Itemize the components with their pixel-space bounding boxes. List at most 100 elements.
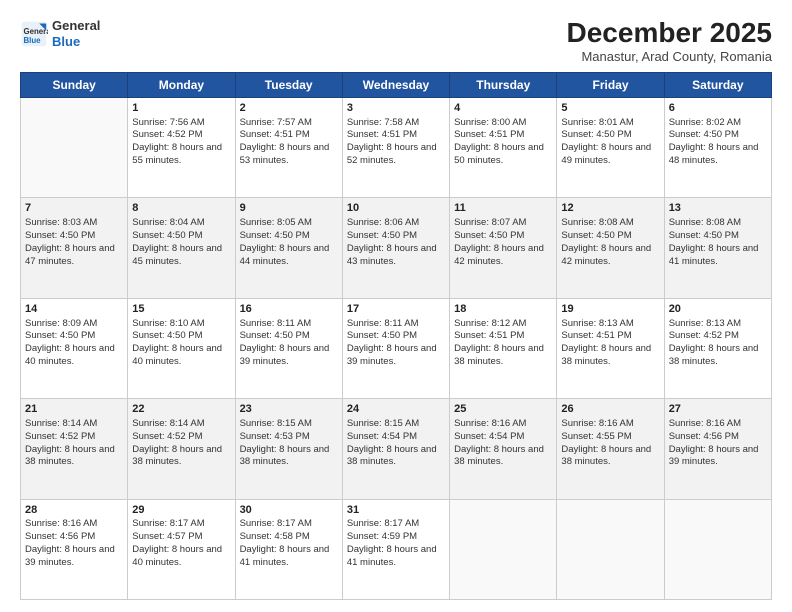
- day-number: 24: [347, 402, 445, 417]
- col-header-sunday: Sunday: [21, 72, 128, 97]
- cell-w3d5: 26Sunrise: 8:16 AMSunset: 4:55 PMDayligh…: [557, 399, 664, 499]
- col-header-tuesday: Tuesday: [235, 72, 342, 97]
- day-number: 21: [25, 402, 123, 417]
- cell-line-1: Sunset: 4:52 PM: [669, 330, 767, 343]
- cell-line-1: Sunset: 4:50 PM: [347, 230, 445, 243]
- day-number: 25: [454, 402, 552, 417]
- cell-w2d0: 14Sunrise: 8:09 AMSunset: 4:50 PMDayligh…: [21, 298, 128, 398]
- page: General Blue General Blue December 2025 …: [0, 0, 792, 612]
- cell-line-2: Daylight: 8 hours and 41 minutes.: [240, 544, 338, 570]
- cell-line-1: Sunset: 4:51 PM: [454, 330, 552, 343]
- calendar-table: SundayMondayTuesdayWednesdayThursdayFrid…: [20, 72, 772, 600]
- cell-w4d2: 30Sunrise: 8:17 AMSunset: 4:58 PMDayligh…: [235, 499, 342, 599]
- cell-w2d4: 18Sunrise: 8:12 AMSunset: 4:51 PMDayligh…: [450, 298, 557, 398]
- cell-line-0: Sunrise: 8:17 AM: [132, 518, 230, 531]
- logo-general-text: General: [52, 18, 100, 33]
- cell-line-1: Sunset: 4:54 PM: [347, 431, 445, 444]
- day-number: 10: [347, 201, 445, 216]
- cell-line-1: Sunset: 4:50 PM: [132, 330, 230, 343]
- col-header-saturday: Saturday: [664, 72, 771, 97]
- cell-w3d2: 23Sunrise: 8:15 AMSunset: 4:53 PMDayligh…: [235, 399, 342, 499]
- cell-line-2: Daylight: 8 hours and 39 minutes.: [347, 343, 445, 369]
- cell-line-1: Sunset: 4:58 PM: [240, 531, 338, 544]
- cell-line-2: Daylight: 8 hours and 39 minutes.: [25, 544, 123, 570]
- cell-line-1: Sunset: 4:50 PM: [25, 230, 123, 243]
- cell-line-2: Daylight: 8 hours and 38 minutes.: [25, 444, 123, 470]
- cell-line-0: Sunrise: 8:15 AM: [240, 418, 338, 431]
- day-number: 22: [132, 402, 230, 417]
- cell-line-1: Sunset: 4:50 PM: [240, 230, 338, 243]
- cell-line-1: Sunset: 4:51 PM: [454, 129, 552, 142]
- cell-w4d3: 31Sunrise: 8:17 AMSunset: 4:59 PMDayligh…: [342, 499, 449, 599]
- day-number: 7: [25, 201, 123, 216]
- logo-icon: General Blue: [20, 20, 48, 48]
- cell-w3d3: 24Sunrise: 8:15 AMSunset: 4:54 PMDayligh…: [342, 399, 449, 499]
- day-number: 11: [454, 201, 552, 216]
- day-number: 18: [454, 302, 552, 317]
- cell-w4d5: [557, 499, 664, 599]
- cell-line-1: Sunset: 4:56 PM: [25, 531, 123, 544]
- cell-line-2: Daylight: 8 hours and 38 minutes.: [132, 444, 230, 470]
- day-number: 4: [454, 101, 552, 116]
- cell-w2d2: 16Sunrise: 8:11 AMSunset: 4:50 PMDayligh…: [235, 298, 342, 398]
- day-number: 5: [561, 101, 659, 116]
- cell-line-0: Sunrise: 8:14 AM: [25, 418, 123, 431]
- cell-line-2: Daylight: 8 hours and 39 minutes.: [669, 444, 767, 470]
- month-title: December 2025: [567, 18, 772, 49]
- cell-line-2: Daylight: 8 hours and 42 minutes.: [454, 243, 552, 269]
- cell-w0d5: 5Sunrise: 8:01 AMSunset: 4:50 PMDaylight…: [557, 97, 664, 197]
- cell-line-0: Sunrise: 7:57 AM: [240, 117, 338, 130]
- col-header-monday: Monday: [128, 72, 235, 97]
- cell-w3d4: 25Sunrise: 8:16 AMSunset: 4:54 PMDayligh…: [450, 399, 557, 499]
- cell-line-1: Sunset: 4:57 PM: [132, 531, 230, 544]
- day-number: 30: [240, 503, 338, 518]
- cell-line-0: Sunrise: 8:16 AM: [454, 418, 552, 431]
- day-number: 29: [132, 503, 230, 518]
- cell-line-0: Sunrise: 8:04 AM: [132, 217, 230, 230]
- cell-line-1: Sunset: 4:52 PM: [132, 129, 230, 142]
- day-number: 9: [240, 201, 338, 216]
- cell-line-1: Sunset: 4:50 PM: [669, 129, 767, 142]
- cell-w0d3: 3Sunrise: 7:58 AMSunset: 4:51 PMDaylight…: [342, 97, 449, 197]
- cell-w0d1: 1Sunrise: 7:56 AMSunset: 4:52 PMDaylight…: [128, 97, 235, 197]
- cell-line-0: Sunrise: 8:05 AM: [240, 217, 338, 230]
- cell-line-0: Sunrise: 8:08 AM: [561, 217, 659, 230]
- cell-w3d6: 27Sunrise: 8:16 AMSunset: 4:56 PMDayligh…: [664, 399, 771, 499]
- cell-w2d5: 19Sunrise: 8:13 AMSunset: 4:51 PMDayligh…: [557, 298, 664, 398]
- day-number: 23: [240, 402, 338, 417]
- day-number: 17: [347, 302, 445, 317]
- cell-line-1: Sunset: 4:50 PM: [25, 330, 123, 343]
- day-number: 12: [561, 201, 659, 216]
- location-subtitle: Manastur, Arad County, Romania: [567, 49, 772, 64]
- col-header-thursday: Thursday: [450, 72, 557, 97]
- day-number: 3: [347, 101, 445, 116]
- cell-w0d0: [21, 97, 128, 197]
- cell-line-1: Sunset: 4:50 PM: [561, 230, 659, 243]
- cell-line-0: Sunrise: 8:07 AM: [454, 217, 552, 230]
- cell-w1d0: 7Sunrise: 8:03 AMSunset: 4:50 PMDaylight…: [21, 198, 128, 298]
- cell-line-2: Daylight: 8 hours and 40 minutes.: [132, 544, 230, 570]
- cell-line-0: Sunrise: 8:13 AM: [561, 318, 659, 331]
- cell-line-1: Sunset: 4:54 PM: [454, 431, 552, 444]
- cell-line-0: Sunrise: 8:15 AM: [347, 418, 445, 431]
- cell-line-2: Daylight: 8 hours and 49 minutes.: [561, 142, 659, 168]
- cell-line-0: Sunrise: 8:02 AM: [669, 117, 767, 130]
- cell-line-0: Sunrise: 7:56 AM: [132, 117, 230, 130]
- cell-line-1: Sunset: 4:51 PM: [347, 129, 445, 142]
- cell-w0d6: 6Sunrise: 8:02 AMSunset: 4:50 PMDaylight…: [664, 97, 771, 197]
- day-number: 15: [132, 302, 230, 317]
- cell-line-0: Sunrise: 8:11 AM: [347, 318, 445, 331]
- cell-line-2: Daylight: 8 hours and 38 minutes.: [240, 444, 338, 470]
- cell-line-2: Daylight: 8 hours and 38 minutes.: [454, 444, 552, 470]
- cell-line-2: Daylight: 8 hours and 42 minutes.: [561, 243, 659, 269]
- cell-w1d2: 9Sunrise: 8:05 AMSunset: 4:50 PMDaylight…: [235, 198, 342, 298]
- cell-line-0: Sunrise: 8:11 AM: [240, 318, 338, 331]
- day-number: 26: [561, 402, 659, 417]
- cell-line-2: Daylight: 8 hours and 38 minutes.: [347, 444, 445, 470]
- cell-w4d4: [450, 499, 557, 599]
- cell-line-2: Daylight: 8 hours and 44 minutes.: [240, 243, 338, 269]
- cell-line-2: Daylight: 8 hours and 43 minutes.: [347, 243, 445, 269]
- cell-line-1: Sunset: 4:50 PM: [347, 330, 445, 343]
- cell-w0d4: 4Sunrise: 8:00 AMSunset: 4:51 PMDaylight…: [450, 97, 557, 197]
- cell-line-0: Sunrise: 8:10 AM: [132, 318, 230, 331]
